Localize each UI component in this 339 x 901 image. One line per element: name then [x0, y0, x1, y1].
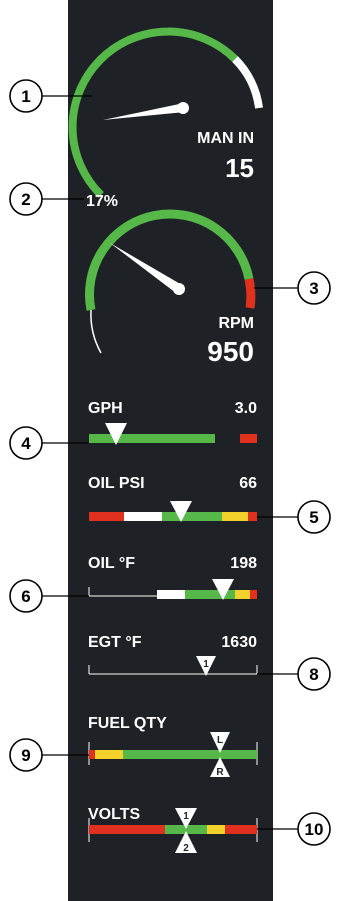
volts-band-red-low — [89, 825, 165, 834]
callout-8: 8 — [297, 657, 331, 691]
oil-psi-band-red-low — [89, 512, 124, 521]
callout-6-number: 6 — [21, 587, 30, 606]
oil-psi-band-red-high — [248, 512, 257, 521]
gph-band-green — [89, 434, 215, 443]
callout-3-number: 3 — [309, 279, 318, 298]
egt-value: 1630 — [221, 634, 257, 651]
oil-temp-gauge: OIL °F 198 — [88, 555, 257, 600]
gph-band-red — [240, 434, 257, 443]
volts-top-tag: 1 — [183, 811, 189, 822]
callout-10-number: 10 — [305, 820, 324, 839]
callout-1-number: 1 — [21, 87, 30, 106]
rpm-label: RPM — [218, 315, 254, 332]
manifold-percent: 17% — [86, 193, 118, 210]
egt-label: EGT °F — [88, 634, 142, 651]
oil-psi-band-white — [124, 512, 162, 521]
rpm-pointer — [110, 243, 182, 293]
callout-8-number: 8 — [309, 665, 318, 684]
oil-temp-label: OIL °F — [88, 555, 135, 572]
callout-5-number: 5 — [309, 508, 318, 527]
oil-psi-label: OIL PSI — [88, 475, 145, 492]
fuel-qty-band-green — [123, 750, 257, 759]
egt-pointer-tag: 1 — [203, 659, 209, 670]
manifold-pressure-gauge: MAN IN 15 17% — [68, 27, 263, 210]
fuel-qty-label: FUEL QTY — [88, 715, 167, 732]
gph-label: GPH — [88, 400, 123, 417]
gph-value: 3.0 — [235, 400, 257, 417]
rpm-value: 950 — [207, 336, 254, 367]
engine-gauges-figure: MAN IN 15 17% RPM 950 GPH 3.0 OIL PSI 66… — [9, 27, 331, 854]
callout-5: 5 — [297, 500, 331, 534]
fuel-qty-right-tag: R — [216, 767, 224, 778]
manifold-value: 15 — [225, 153, 254, 183]
oil-psi-band-green — [162, 512, 222, 521]
oil-psi-value: 66 — [239, 475, 257, 492]
callout-6: 6 — [9, 579, 43, 613]
callout-2: 2 — [9, 182, 43, 216]
manifold-label: MAN IN — [197, 130, 254, 147]
oil-temp-value: 198 — [230, 555, 257, 572]
rpm-pointer-hub — [173, 283, 185, 295]
oil-psi-gauge: OIL PSI 66 — [88, 475, 257, 522]
rpm-arc-green — [85, 209, 254, 311]
callout-3: 3 — [297, 271, 331, 305]
callout-4-number: 4 — [21, 434, 31, 453]
fuel-qty-band-yellow — [95, 750, 123, 759]
callout-9: 9 — [9, 738, 43, 772]
egt-gauge: EGT °F 1630 1 — [88, 634, 258, 676]
volts-band-red-high — [225, 825, 257, 834]
gph-gauge: GPH 3.0 — [88, 400, 257, 445]
rpm-arc-white-low — [90, 309, 102, 354]
callout-9-number: 9 — [21, 746, 30, 765]
oil-temp-band-red — [250, 590, 257, 599]
manifold-pointer-hub — [177, 102, 189, 114]
callout-1: 1 — [9, 79, 43, 113]
callout-2-number: 2 — [21, 190, 30, 209]
volts-gauge: VOLTS 1 2 — [88, 806, 258, 854]
callout-10: 10 — [297, 812, 331, 846]
callout-4: 4 — [9, 426, 43, 460]
volts-label: VOLTS — [88, 806, 140, 823]
callout-leaders — [42, 95, 298, 830]
fuel-qty-band-red — [89, 750, 95, 759]
fuel-qty-left-tag: L — [217, 735, 223, 746]
fuel-qty-gauge: FUEL QTY L R — [88, 715, 258, 778]
rpm-arc-red — [244, 278, 256, 309]
volts-band-yellow — [207, 825, 225, 834]
rpm-gauge: RPM 950 — [85, 209, 256, 367]
volts-bottom-tag: 2 — [183, 843, 189, 854]
oil-temp-band-yellow — [235, 590, 250, 599]
oil-temp-band-white — [157, 590, 185, 599]
manifold-arc-white — [232, 56, 263, 109]
manifold-pointer — [103, 103, 185, 120]
oil-psi-band-yellow — [222, 512, 248, 521]
